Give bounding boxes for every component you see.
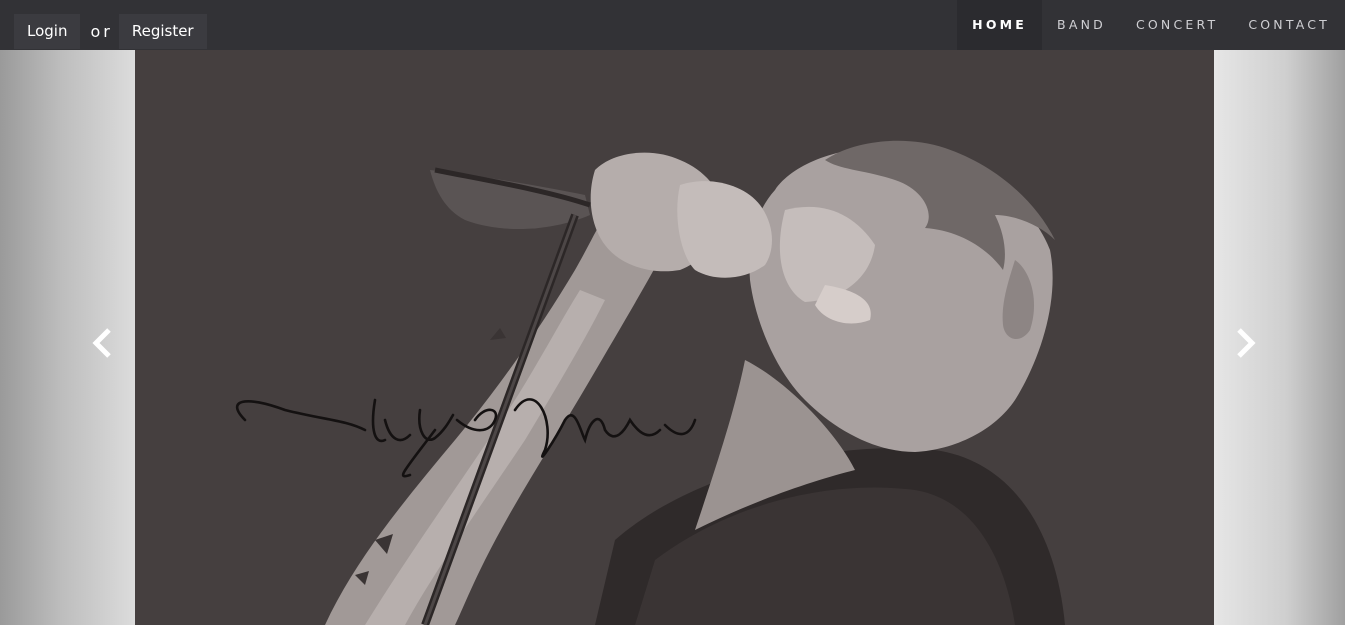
top-navbar: Login or Register HOME BAND CONCERT CONT… [0, 0, 1345, 50]
nav-contact[interactable]: CONTACT [1233, 0, 1345, 50]
register-button[interactable]: Register [118, 14, 207, 49]
signature-graphic [235, 398, 697, 478]
nav-concert[interactable]: CONCERT [1121, 0, 1233, 50]
carousel-next-button[interactable] [1227, 326, 1261, 360]
login-button[interactable]: Login [14, 14, 81, 49]
or-separator: or [90, 22, 113, 41]
hero-carousel [0, 0, 1345, 625]
carousel-prev-button[interactable] [87, 326, 121, 360]
auth-links: Login or Register [14, 14, 207, 49]
nav-band[interactable]: BAND [1042, 0, 1121, 50]
chevron-right-icon [1237, 328, 1256, 358]
carousel-right-gutter [1214, 0, 1345, 625]
nav-home[interactable]: HOME [957, 0, 1043, 50]
carousel-left-gutter [0, 0, 135, 625]
carousel-slide [135, 0, 1214, 625]
main-nav: HOME BAND CONCERT CONTACT [957, 0, 1345, 50]
chevron-left-icon [92, 328, 111, 358]
